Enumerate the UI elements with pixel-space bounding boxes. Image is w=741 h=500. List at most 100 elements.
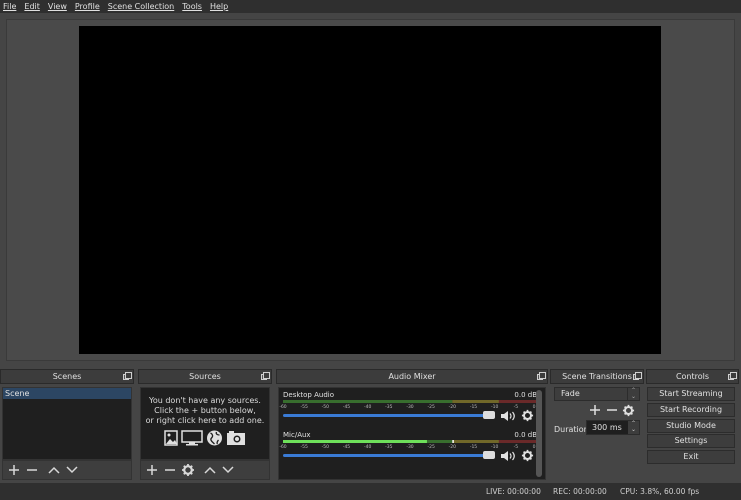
menu-profile[interactable]: Profile [75, 2, 100, 11]
minus-icon [27, 469, 37, 471]
menu-view[interactable]: View [48, 2, 67, 11]
minus-icon [165, 469, 175, 471]
add-scene-button[interactable] [7, 463, 21, 477]
meter-segment [498, 400, 537, 403]
scene-transitions-body: Fade ⌃ ⌄ Duration 300 ms ⌃ ⌄ [550, 387, 644, 480]
channel-name: Mic/Aux [283, 431, 311, 439]
duration-input[interactable]: 300 ms ⌃ ⌄ [586, 420, 640, 435]
controls-dock: Controls Start Streaming Start Recording… [646, 369, 739, 480]
empty-line-1: You don't have any sources. [149, 396, 261, 405]
duration-value: 300 ms [592, 423, 622, 432]
scenes-title: Scenes [52, 372, 82, 381]
status-bar: LIVE: 00:00:00 REC: 00:00:00 CPU: 3.8%, … [0, 483, 741, 500]
scenes-list[interactable]: Scene [2, 387, 132, 460]
sources-toolbar [140, 460, 270, 480]
meter-level [283, 440, 427, 443]
move-scene-down-button[interactable] [65, 463, 79, 477]
preview-canvas[interactable] [79, 26, 661, 354]
channel-db: 0.0 dB [514, 431, 537, 439]
meter-tick-label: -60 [279, 445, 287, 450]
gear-icon[interactable] [521, 409, 534, 422]
gear-icon[interactable] [521, 449, 534, 462]
volume-slider[interactable] [283, 414, 493, 417]
remove-source-button[interactable] [163, 463, 177, 477]
sources-empty-message: You don't have any sources. Click the + … [141, 396, 269, 426]
float-dock-icon[interactable] [728, 372, 737, 380]
meter-segment [283, 400, 453, 403]
add-source-button[interactable] [145, 463, 159, 477]
settings-button[interactable]: Settings [647, 434, 735, 448]
duration-spinner[interactable]: ⌃ ⌄ [628, 421, 639, 434]
scenes-toolbar [2, 460, 132, 480]
volume-meter [283, 440, 537, 443]
menu-tools[interactable]: Tools [182, 2, 202, 11]
cpu-status: CPU: 3.8%, 60.00 fps [620, 487, 700, 496]
menu-file[interactable]: File [3, 2, 16, 11]
source-type-icons [141, 430, 269, 446]
remove-scene-button[interactable] [25, 463, 39, 477]
plus-icon [9, 465, 19, 475]
volume-handle[interactable] [483, 411, 495, 419]
studio-mode-button[interactable]: Studio Mode [647, 419, 735, 433]
sources-list[interactable]: You don't have any sources. Click the + … [140, 387, 270, 460]
meter-tick-label: -40 [363, 405, 372, 410]
move-scene-up-button[interactable] [47, 463, 61, 477]
move-source-up-button[interactable] [203, 463, 217, 477]
scenes-dock: Scenes Scene [0, 369, 134, 480]
meter-tick-label: -35 [385, 445, 393, 450]
start-streaming-button[interactable]: Start Streaming [647, 387, 735, 401]
move-source-down-button[interactable] [221, 463, 235, 477]
camera-icon [227, 431, 245, 445]
menu-help[interactable]: Help [210, 2, 228, 11]
meter-tick-label: -45 [342, 445, 351, 450]
sources-title: Sources [189, 372, 221, 381]
globe-icon [207, 430, 222, 446]
remove-transition-button[interactable] [605, 403, 619, 417]
float-dock-icon[interactable] [261, 372, 270, 380]
meter-tick-label: -10 [490, 405, 499, 410]
audio-mixer-body: Desktop Audio 0.0 dB -60 -55 -50 -45 -40 -35 -… [276, 387, 548, 480]
meter-tick-label: -25 [427, 405, 435, 410]
float-dock-icon[interactable] [123, 372, 132, 380]
audio-mixer-dock-title: Audio Mixer [276, 369, 548, 384]
chevron-down-icon [66, 466, 78, 474]
transition-select[interactable]: Fade ⌃ ⌄ [554, 387, 640, 401]
sources-dock-body: You don't have any sources. Click the + … [138, 387, 272, 480]
duration-label: Duration [554, 425, 589, 434]
speaker-icon[interactable] [500, 450, 516, 462]
float-dock-icon[interactable] [633, 372, 642, 380]
scene-item[interactable]: Scene [3, 388, 131, 399]
float-dock-icon[interactable] [537, 372, 546, 380]
chevron-up-icon [204, 466, 216, 474]
speaker-icon[interactable] [500, 410, 516, 422]
scenes-dock-title: Scenes [0, 369, 134, 384]
sources-dock-title: Sources [138, 369, 272, 384]
controls-title: Controls [675, 372, 710, 381]
meter-tick-label: -35 [385, 405, 393, 410]
audio-mixer-dock: Audio Mixer Desktop Audio 0.0 dB -60 -55 -… [276, 369, 548, 480]
meter-tick-label: -40 [363, 445, 372, 450]
transition-tools [588, 403, 635, 417]
volume-handle[interactable] [483, 451, 495, 459]
meter-ticks: -60 -55 -50 -45 -40 -35 -30 -25 -20 -15 -10 -5 0 [279, 405, 537, 411]
source-properties-button[interactable] [181, 463, 195, 477]
mixer-scrollbar[interactable] [536, 390, 542, 477]
meter-tick-label: -50 [321, 405, 330, 410]
menu-scene-collection[interactable]: Scene Collection [108, 2, 175, 11]
scene-transitions-dock-title: Scene Transitions [550, 369, 644, 384]
volume-slider[interactable] [283, 454, 493, 457]
sources-dock: Sources You don't have any sources. Clic… [138, 369, 272, 480]
transition-properties-gear-icon[interactable] [622, 404, 635, 417]
menu-edit[interactable]: Edit [24, 2, 40, 11]
meter-tick-label: -55 [300, 445, 308, 450]
empty-line-2: Click the + button below, [154, 406, 256, 415]
add-transition-button[interactable] [588, 403, 602, 417]
start-recording-button[interactable]: Start Recording [647, 403, 735, 417]
plus-icon [147, 465, 157, 475]
gear-icon [182, 464, 194, 476]
meter-segment [452, 440, 499, 443]
meter-segment [498, 440, 537, 443]
exit-button[interactable]: Exit [647, 450, 735, 464]
channel-mic-aux: Mic/Aux 0.0 dB -60 -55 -50 -45 -40 -35 -30 -25 -… [279, 431, 537, 471]
meter-tick-label: -20 [448, 445, 457, 450]
